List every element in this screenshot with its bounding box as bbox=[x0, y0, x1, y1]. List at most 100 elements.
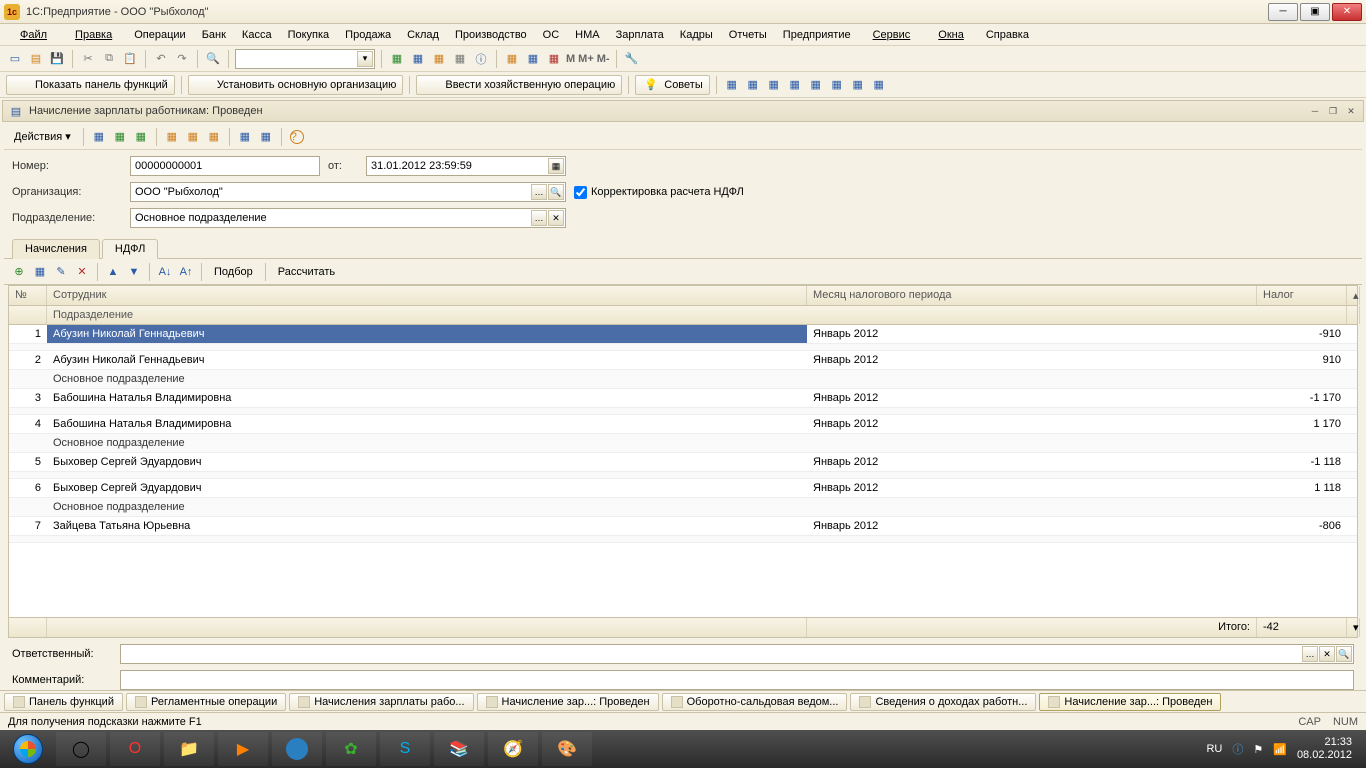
menu-cash[interactable]: Касса bbox=[236, 27, 278, 43]
date-input[interactable]: 31.01.2012 23:59:59▦ bbox=[366, 156, 566, 176]
ftb-help-icon[interactable]: ? bbox=[288, 128, 306, 146]
org-search-icon[interactable]: 🔍 bbox=[548, 184, 564, 200]
table-row[interactable]: 3Бабошина Наталья ВладимировнаЯнварь 201… bbox=[9, 389, 1357, 408]
menu-reports[interactable]: Отчеты bbox=[723, 27, 773, 43]
responsible-input[interactable]: 🔍✕… bbox=[120, 644, 1354, 664]
doc-minimize-icon[interactable]: ─ bbox=[1307, 104, 1323, 118]
table-subrow[interactable] bbox=[9, 408, 1357, 415]
insert-row-icon[interactable]: ▦ bbox=[31, 263, 49, 281]
wintab-routine[interactable]: Регламентные операции bbox=[126, 693, 286, 711]
tb-icon-1[interactable]: ▦ bbox=[388, 50, 406, 68]
table-subrow[interactable] bbox=[9, 472, 1357, 479]
calc-icon[interactable]: ▦ bbox=[503, 50, 521, 68]
tb2-icon-8[interactable]: ▦ bbox=[870, 76, 888, 94]
wintab-accrual-1[interactable]: Начисление зар...: Проведен bbox=[477, 693, 659, 711]
table-row[interactable]: 2Абузин Николай ГеннадьевичЯнварь 201291… bbox=[9, 351, 1357, 370]
taskbar-explorer-icon[interactable]: 📁 bbox=[164, 732, 214, 766]
mplus-button[interactable]: M+ bbox=[578, 53, 594, 65]
ftb-icon-5[interactable]: ▦ bbox=[184, 128, 202, 146]
resp-search-icon[interactable]: 🔍 bbox=[1336, 646, 1352, 662]
menu-enterprise[interactable]: Предприятие bbox=[777, 27, 857, 43]
delete-row-icon[interactable]: ✕ bbox=[73, 263, 91, 281]
taskbar-icq-icon[interactable]: ✿ bbox=[326, 732, 376, 766]
sort-desc-icon[interactable]: A↑ bbox=[177, 263, 195, 281]
tb2-icon-1[interactable]: ▦ bbox=[723, 76, 741, 94]
tray-help-icon[interactable]: ⓘ bbox=[1232, 741, 1243, 757]
taskbar-paint-icon[interactable]: 🎨 bbox=[542, 732, 592, 766]
copy-icon[interactable]: ⧉ bbox=[100, 50, 118, 68]
close-button[interactable]: ✕ bbox=[1332, 3, 1362, 21]
menu-service[interactable]: Сервис bbox=[861, 27, 923, 43]
advice-button[interactable]: 💡Советы bbox=[635, 75, 709, 95]
table-subrow[interactable] bbox=[9, 536, 1357, 543]
menu-salary[interactable]: Зарплата bbox=[610, 27, 670, 43]
doc-close-icon[interactable]: ✕ bbox=[1343, 104, 1359, 118]
menu-hr[interactable]: Кадры bbox=[674, 27, 719, 43]
ftb-post-icon[interactable]: ▦ bbox=[90, 128, 108, 146]
tb-icon-2[interactable]: ▦ bbox=[409, 50, 427, 68]
ftb-icon-7[interactable]: ▦ bbox=[257, 128, 275, 146]
help-icon[interactable]: ⓘ bbox=[472, 50, 490, 68]
open-icon[interactable]: ▤ bbox=[27, 50, 45, 68]
show-panel-button[interactable]: Показать панель функций bbox=[6, 75, 175, 95]
doc-restore-icon[interactable]: ❐ bbox=[1325, 104, 1341, 118]
menu-file[interactable]: Файл bbox=[8, 27, 59, 43]
tab-accruals[interactable]: Начисления bbox=[12, 239, 100, 259]
org-input[interactable]: ООО "Рыбхолод"🔍… bbox=[130, 182, 566, 202]
tb2-icon-4[interactable]: ▦ bbox=[786, 76, 804, 94]
table-subrow[interactable]: Основное подразделение bbox=[9, 434, 1357, 453]
taskbar-opera-icon[interactable]: O bbox=[110, 732, 160, 766]
set-org-button[interactable]: Установить основную организацию bbox=[188, 75, 404, 95]
actions-dropdown[interactable]: Действия ▾ bbox=[8, 128, 77, 145]
undo-icon[interactable]: ↶ bbox=[152, 50, 170, 68]
menu-windows[interactable]: Окна bbox=[926, 27, 976, 43]
add-row-icon[interactable]: ⊕ bbox=[10, 263, 28, 281]
tb-icon-5[interactable]: ▦ bbox=[545, 50, 563, 68]
mminus-button[interactable]: M- bbox=[597, 53, 610, 65]
table-row[interactable]: 6Быховер Сергей ЭдуардовичЯнварь 20121 1… bbox=[9, 479, 1357, 498]
ftb-icon-2[interactable]: ▦ bbox=[111, 128, 129, 146]
resp-select-icon[interactable]: … bbox=[1302, 646, 1318, 662]
wintab-accrual-2[interactable]: Начисление зар...: Проведен bbox=[1039, 693, 1221, 711]
new-icon[interactable]: ▭ bbox=[6, 50, 24, 68]
ftb-icon-6[interactable]: ▦ bbox=[236, 128, 254, 146]
table-row[interactable]: 1Абузин Николай ГеннадьевичЯнварь 2012-9… bbox=[9, 325, 1357, 344]
search-icon[interactable]: 🔍 bbox=[204, 50, 222, 68]
enter-operation-button[interactable]: Ввести хозяйственную операцию bbox=[416, 75, 622, 95]
col-dept[interactable]: Подразделение bbox=[47, 306, 1347, 324]
correction-checkbox[interactable]: Корректировка расчета НДФЛ bbox=[574, 186, 1354, 199]
tb2-icon-2[interactable]: ▦ bbox=[744, 76, 762, 94]
scroll-down-icon[interactable]: ▾ bbox=[1347, 618, 1360, 637]
tray-network-icon[interactable]: 📶 bbox=[1273, 743, 1287, 756]
number-input[interactable]: 00000000001 bbox=[130, 156, 320, 176]
org-select-icon[interactable]: … bbox=[531, 184, 547, 200]
menu-production[interactable]: Производство bbox=[449, 27, 533, 43]
start-button[interactable] bbox=[4, 732, 52, 766]
cut-icon[interactable]: ✂ bbox=[79, 50, 97, 68]
col-employee[interactable]: Сотрудник bbox=[47, 286, 807, 305]
menu-os[interactable]: ОС bbox=[537, 27, 566, 43]
table-row[interactable]: 4Бабошина Наталья ВладимировнаЯнварь 201… bbox=[9, 415, 1357, 434]
taskbar-skype-icon[interactable]: S bbox=[380, 732, 430, 766]
col-n[interactable]: № bbox=[9, 286, 47, 305]
ftb-dkt-icon[interactable]: ▦ bbox=[205, 128, 223, 146]
m-button[interactable]: M bbox=[566, 53, 575, 65]
scroll-up-icon[interactable]: ▴ bbox=[1347, 286, 1360, 305]
maximize-button[interactable]: ▣ bbox=[1300, 3, 1330, 21]
table-row[interactable]: 7Зайцева Татьяна ЮрьевнаЯнварь 2012-806 bbox=[9, 517, 1357, 536]
wintab-panel[interactable]: Панель функций bbox=[4, 693, 123, 711]
wintab-balance[interactable]: Оборотно-сальдовая ведом... bbox=[662, 693, 848, 711]
taskbar-hp-icon[interactable] bbox=[272, 732, 322, 766]
table-subrow[interactable]: Основное подразделение bbox=[9, 370, 1357, 389]
tb2-icon-6[interactable]: ▦ bbox=[828, 76, 846, 94]
move-up-icon[interactable]: ▲ bbox=[104, 263, 122, 281]
taskbar-compass-icon[interactable]: 🧭 bbox=[488, 732, 538, 766]
tb-icon-3[interactable]: ▦ bbox=[430, 50, 448, 68]
taskbar-winrar-icon[interactable]: 📚 bbox=[434, 732, 484, 766]
dept-clear-icon[interactable]: ✕ bbox=[548, 210, 564, 226]
wintab-payroll[interactable]: Начисления зарплаты рабо... bbox=[289, 693, 473, 711]
menu-warehouse[interactable]: Склад bbox=[401, 27, 445, 43]
move-down-icon[interactable]: ▼ bbox=[125, 263, 143, 281]
tray-flag-icon[interactable]: ⚑ bbox=[1253, 743, 1263, 756]
menu-purchase[interactable]: Покупка bbox=[282, 27, 336, 43]
